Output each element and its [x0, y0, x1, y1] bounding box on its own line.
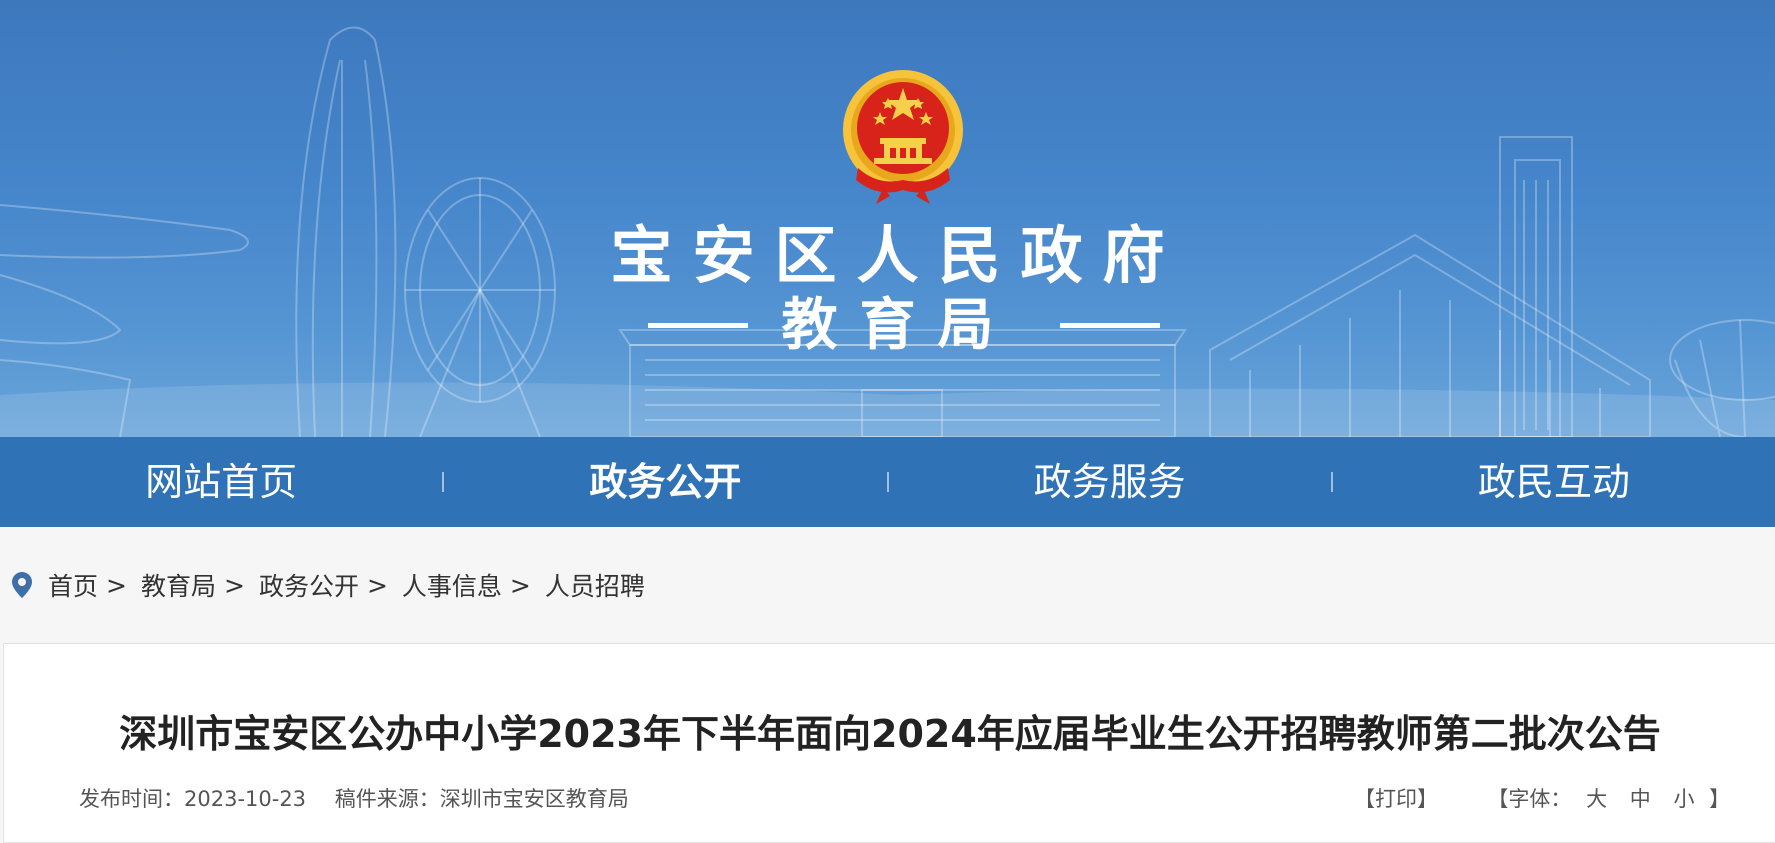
- print-button[interactable]: 【打印】: [1354, 787, 1438, 811]
- nav-item-public-interaction[interactable]: 政民互动: [1333, 437, 1775, 527]
- breadcrumb-separator: >: [366, 570, 388, 600]
- breadcrumb-item-education-bureau[interactable]: 教育局: [141, 567, 216, 603]
- font-size-medium-button[interactable]: 中: [1630, 787, 1651, 811]
- font-size-close: 】: [1709, 787, 1731, 811]
- breadcrumb-item-personnel-info[interactable]: 人事信息: [402, 567, 502, 603]
- breadcrumb-separator: >: [106, 570, 127, 600]
- publish-date: 2023-10-23: [184, 787, 307, 811]
- source-label: 稿件来源：: [334, 787, 440, 811]
- site-subtitle-row: 教育局: [0, 290, 1775, 362]
- article-tools: 【打印】 【字体： 大 中 小 】: [1354, 784, 1730, 814]
- header-banner: 宝安区人民政府 教育局: [0, 0, 1775, 437]
- publish-info: 发布时间：2023-10-23: [79, 787, 306, 811]
- nav-item-government-affairs[interactable]: 政务公开: [444, 437, 886, 527]
- nav-item-government-services[interactable]: 政务服务: [889, 437, 1331, 527]
- source-info: 稿件来源：深圳市宝安区教育局: [335, 787, 629, 811]
- source-value: 深圳市宝安区教育局: [439, 787, 629, 811]
- publish-label: 发布时间：: [79, 787, 184, 811]
- breadcrumb-separator: >: [509, 570, 531, 600]
- subtitle-right-rule: [1060, 323, 1160, 328]
- font-size-open: 【字体：: [1487, 787, 1572, 811]
- breadcrumb-item-government-affairs[interactable]: 政务公开: [259, 567, 359, 603]
- article-panel: 深圳市宝安区公办中小学2023年下半年面向2024年应届毕业生公开招聘教师第二批…: [3, 643, 1775, 843]
- font-size-small-button[interactable]: 小: [1673, 787, 1694, 811]
- site-title: 宝安区人民政府: [610, 219, 1185, 292]
- nav-item-home[interactable]: 网站首页: [0, 437, 442, 527]
- font-size-large-button[interactable]: 大: [1586, 787, 1607, 811]
- breadcrumb-item-recruitment[interactable]: 人员招聘: [545, 567, 645, 603]
- breadcrumb-separator: >: [223, 570, 245, 600]
- site-subtitle: 教育局: [781, 293, 1016, 358]
- breadcrumb-item-home[interactable]: 首页: [48, 567, 98, 603]
- main-nav: 网站首页 政务公开 政务服务 政民互动: [0, 437, 1775, 527]
- location-pin-icon: [12, 572, 32, 598]
- national-emblem-icon: [843, 70, 963, 204]
- article-meta: 发布时间：2023-10-23 稿件来源：深圳市宝安区教育局: [79, 784, 651, 814]
- article-title: 深圳市宝安区公办中小学2023年下半年面向2024年应届毕业生公开招聘教师第二批…: [119, 712, 1661, 756]
- breadcrumb: 首页 > 教育局 > 政务公开 > 人事信息 > 人员招聘: [0, 527, 1775, 643]
